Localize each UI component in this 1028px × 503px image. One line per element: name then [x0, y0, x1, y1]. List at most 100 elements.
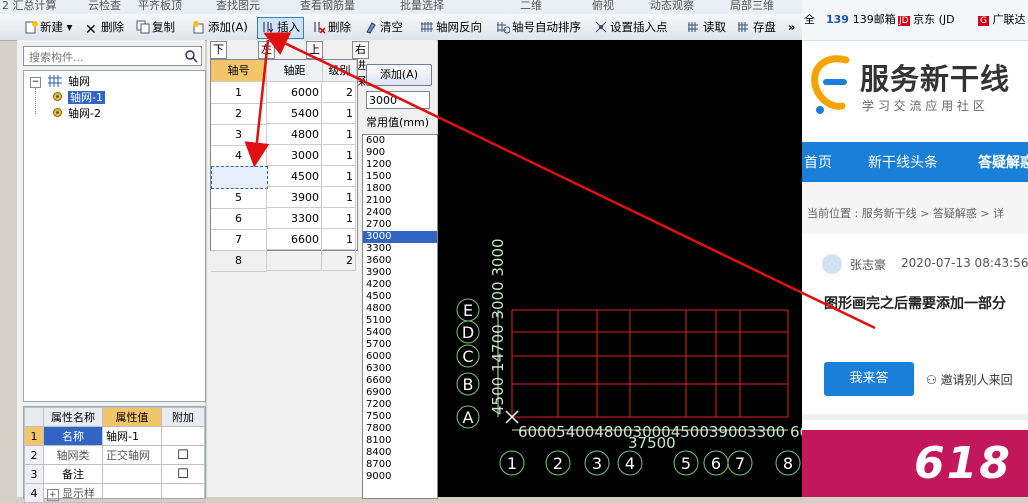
common-value-item[interactable]: 6000: [363, 351, 437, 363]
prop-value[interactable]: [102, 483, 162, 503]
set-insert-point-button[interactable]: 设置插入点: [594, 18, 668, 36]
axis-row-dist[interactable]: 4800: [267, 124, 322, 145]
axis-row-no[interactable]: 3: [211, 124, 267, 146]
common-value-item[interactable]: 3300: [363, 243, 437, 255]
prop-extra-checkbox[interactable]: ☐: [161, 464, 205, 484]
delete-axis-button[interactable]: 删除: [312, 18, 351, 36]
batch-select-item[interactable]: 批量选择: [400, 0, 444, 13]
axis-row[interactable]: 4 3000 1: [211, 145, 357, 167]
collapse-icon[interactable]: −: [30, 77, 41, 88]
prop-value[interactable]: 轴网-1: [102, 426, 162, 446]
common-value-item[interactable]: 1500: [363, 171, 437, 183]
question-title[interactable]: 图形画完之后需要添加一部分: [824, 293, 1006, 313]
add-button[interactable]: 添加(A): [192, 18, 248, 36]
bookmark-139-mail[interactable]: 139 139邮箱: [826, 11, 896, 27]
bookmark-glodon[interactable]: G 广联达: [978, 11, 1025, 27]
nav-qa[interactable]: 答疑解惑: [978, 152, 1028, 172]
axis-row-dist[interactable]: [267, 250, 322, 271]
view-2d-item[interactable]: 二维: [520, 0, 542, 13]
axis-row-no[interactable]: 1: [211, 82, 267, 104]
axis-row[interactable]: 3 4800 1: [211, 124, 357, 146]
nav-home[interactable]: 首页: [804, 152, 832, 172]
axis-row[interactable]: 4500 1: [211, 166, 357, 189]
common-value-item[interactable]: 1800: [363, 183, 437, 195]
delete-button[interactable]: ✕ 删除: [85, 18, 124, 37]
copy-button[interactable]: 复制: [136, 18, 175, 36]
common-value-item[interactable]: 7800: [363, 423, 437, 435]
cloud-check-item[interactable]: 云检查: [88, 0, 121, 13]
save-button[interactable]: 存盘: [737, 18, 776, 36]
common-value-item[interactable]: 6300: [363, 363, 437, 375]
promo-banner[interactable]: 618: [802, 430, 1028, 497]
insert-button[interactable]: 插入: [257, 17, 304, 39]
axis-row[interactable]: 82: [211, 250, 357, 272]
common-value-item[interactable]: 900: [363, 147, 437, 159]
axis-row-level[interactable]: 1: [323, 145, 356, 166]
common-value-item[interactable]: 8400: [363, 447, 437, 459]
common-value-item[interactable]: 2100: [363, 195, 437, 207]
axis-row-no[interactable]: 5: [211, 187, 267, 209]
axis-row-level[interactable]: 1: [323, 103, 356, 124]
axis-row-dist[interactable]: 3300: [267, 208, 322, 229]
prop-extra-checkbox[interactable]: ☐: [161, 445, 205, 465]
axis-row[interactable]: 6 3300 1: [211, 208, 357, 230]
axis-row-level[interactable]: 1: [323, 166, 356, 187]
common-value-item[interactable]: 600: [363, 135, 437, 147]
common-value-item[interactable]: 5100: [363, 315, 437, 327]
axis-row-no[interactable]: 2: [211, 103, 267, 125]
axis-row-dist[interactable]: 3900: [267, 187, 322, 208]
prop-row[interactable]: 2 轴网类 正交轴网 ☐: [24, 445, 205, 465]
prop-row[interactable]: 1 名称 轴网-1: [24, 426, 205, 446]
axis-row-level[interactable]: 2: [323, 82, 356, 103]
prop-value[interactable]: [102, 464, 162, 484]
auto-sort-button[interactable]: 轴号自动排序: [496, 18, 581, 36]
common-value-item[interactable]: 6900: [363, 387, 437, 399]
bookmark-item[interactable]: 全: [804, 11, 815, 27]
common-value-item[interactable]: 1200: [363, 159, 437, 171]
common-value-item[interactable]: 7200: [363, 399, 437, 411]
find-element-item[interactable]: 查找图元: [216, 0, 260, 13]
local-3d-item[interactable]: 局部三维: [730, 0, 774, 13]
tree-item-axisgrid-1[interactable]: 轴网-1: [52, 90, 105, 106]
axis-row-level[interactable]: 1: [323, 229, 356, 250]
dynamic-view-item[interactable]: 动态观察: [650, 0, 694, 13]
axis-row-dist[interactable]: 6000: [267, 82, 322, 103]
tab-upper-bay[interactable]: 上开间: [306, 41, 323, 88]
common-value-item[interactable]: 4200: [363, 279, 437, 291]
author-name[interactable]: 张志豪: [850, 256, 886, 273]
common-value-item[interactable]: 7500: [363, 411, 437, 423]
axis-row-no[interactable]: [211, 166, 268, 189]
cad-drawing-canvas[interactable]: E D C B A 1 2 3 4 5 6 7 8 600054004800300045003900330…: [438, 40, 828, 497]
common-value-item[interactable]: 3000: [363, 231, 437, 243]
common-value-item[interactable]: 4800: [363, 303, 437, 315]
component-search-input[interactable]: [27, 48, 181, 66]
tab-right-depth[interactable]: 右进深: [352, 41, 369, 88]
axis-row-level[interactable]: 2: [323, 250, 356, 271]
axis-row-no[interactable]: 8: [211, 250, 267, 272]
common-value-item[interactable]: 9000: [363, 471, 437, 483]
axis-row-dist[interactable]: 3000: [267, 145, 322, 166]
axis-row-no[interactable]: 7: [211, 229, 267, 251]
read-button[interactable]: 读取: [687, 18, 726, 36]
search-icon[interactable]: [184, 49, 198, 63]
tree-item-axisgrid-2[interactable]: 轴网-2: [52, 106, 101, 122]
align-slab-top-item[interactable]: 平齐板顶: [138, 0, 182, 13]
common-value-item[interactable]: 8100: [363, 435, 437, 447]
common-value-item[interactable]: 5400: [363, 327, 437, 339]
axis-row[interactable]: 7 6600 1: [211, 229, 357, 251]
tab-left-depth[interactable]: 左进深: [258, 41, 275, 88]
axis-row-no[interactable]: 6: [211, 208, 267, 230]
prop-row[interactable]: 4 + 显示样: [24, 483, 205, 503]
common-value-item[interactable]: 2400: [363, 207, 437, 219]
nav-headlines[interactable]: 新干线头条: [868, 152, 938, 172]
view-rebar-item[interactable]: 查看钢筋量: [300, 0, 355, 13]
top-view-item[interactable]: 俯视: [592, 0, 614, 13]
axis-row-dist[interactable]: 6600: [267, 229, 322, 250]
common-value-item[interactable]: 3600: [363, 255, 437, 267]
axis-row-level[interactable]: 1: [323, 124, 356, 145]
axis-row-level[interactable]: 1: [323, 187, 356, 208]
new-button[interactable]: 新建 ▾: [24, 18, 72, 36]
clear-button[interactable]: 清空: [364, 18, 403, 36]
answer-button[interactable]: 我来答: [824, 362, 914, 396]
axis-value-input[interactable]: [369, 93, 427, 107]
